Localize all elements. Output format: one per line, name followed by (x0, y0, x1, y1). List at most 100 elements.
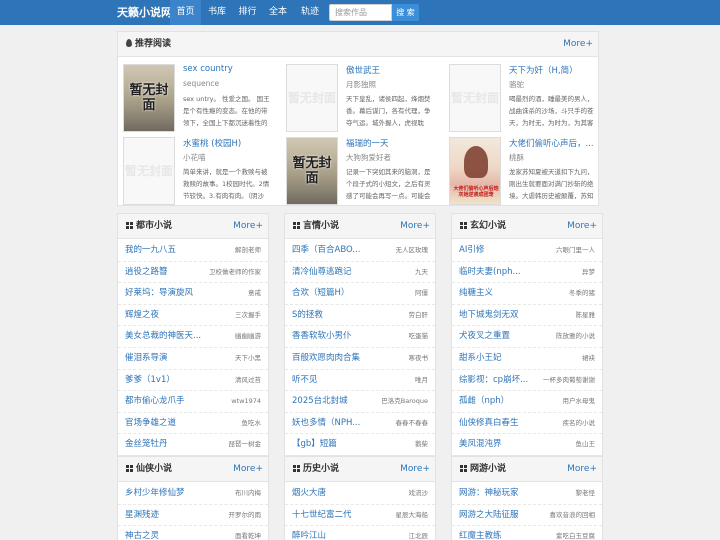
list-item[interactable]: 网游：神秘玩家 黎老怪 (452, 483, 602, 505)
book-cover[interactable]: 暂无封面 (449, 64, 501, 132)
book-title-link[interactable]: 孤雌（nph） (459, 391, 509, 412)
book-title-link[interactable]: AI引修 (459, 240, 484, 261)
list-item[interactable]: 美凤混沌界 鱼山王 (452, 434, 602, 456)
list-item[interactable]: 妖也多情（NPH... 春春不春春 (285, 413, 435, 435)
category-more-link[interactable]: More+ (233, 457, 263, 482)
list-item[interactable]: 红魔主教练 紫吃白玉豆腐 (452, 526, 602, 540)
site-logo[interactable]: 天籁小说网 (117, 0, 172, 25)
list-item[interactable]: S的拯救 劳白肝 (285, 305, 435, 327)
category-more-link[interactable]: More+ (567, 457, 597, 482)
list-item[interactable]: 听不见 唯月 (285, 370, 435, 392)
book-title-link[interactable]: S的拯救 (292, 305, 323, 326)
list-item[interactable]: 【gb】短篇 鹅柴 (285, 434, 435, 456)
book-cover[interactable]: 大佬们偷听心声后炮灰她逆袭成团宠 (449, 137, 501, 205)
list-item[interactable]: 金丝笼牡丹 琵琶一树金 (118, 434, 268, 456)
book-title-link[interactable]: 百般欢愿肉肉合集 (292, 348, 360, 369)
list-item[interactable]: 乡村少年修仙梦 布川内梅 (118, 483, 268, 505)
list-item[interactable]: 四季（百合ABO... 无人区玫瑰 (285, 240, 435, 262)
book-title-link[interactable]: 都市偷心龙爪手 (125, 391, 185, 412)
book-title-link[interactable]: 爹爹（1v1） (125, 370, 175, 391)
featured-book[interactable]: 暂无封面 傲世武王 月影独照 天下皇乱，诸侯四起，烽烟焚香。幕后谋门，各有代理，… (286, 64, 436, 132)
book-title-link[interactable]: 香香软软小男仆 (292, 326, 352, 347)
book-title-link[interactable]: 乡村少年修仙梦 (125, 483, 185, 504)
category-more-link[interactable]: More+ (400, 214, 430, 239)
list-item[interactable]: 爹爹（1v1） 清风过苔 (118, 370, 268, 392)
book-title-link[interactable]: 四季（百合ABO... (292, 240, 360, 261)
list-item[interactable]: 逍役之路簪 卫校做老师的作家 (118, 262, 268, 284)
nav-library[interactable]: 书库 (201, 0, 233, 25)
book-title-link[interactable]: 甜系小王妃 (459, 348, 502, 369)
book-title-link[interactable]: 官场争雄之道 (125, 413, 176, 434)
list-item[interactable]: 醉吟江山 江北辰 (285, 526, 435, 540)
book-title-link[interactable]: 清冷仙尊逃跑记 (292, 262, 352, 283)
list-item[interactable]: 犬夜叉之重置 陈放雅的小说 (452, 326, 602, 348)
list-item[interactable]: 孤雌（nph） 用户水母鬼 (452, 391, 602, 413)
book-title-link[interactable]: 烟火大唐 (292, 483, 326, 504)
list-item[interactable]: 催泪系导演 天下小黑 (118, 348, 268, 370)
list-item[interactable]: 美女总裁的神医天... 幽幽幽游 (118, 326, 268, 348)
book-title-link[interactable]: 综影视：cp崩坏... (459, 370, 528, 391)
list-item[interactable]: 星渊残迹 开罗尔的雨 (118, 505, 268, 527)
book-title[interactable]: 福瑞的一天 (346, 137, 436, 149)
book-title-link[interactable]: 纯糖主义 (459, 283, 493, 304)
nav-home[interactable]: 首页 (170, 0, 201, 25)
book-title[interactable]: 天下为奸（H,简） (509, 64, 599, 76)
list-item[interactable]: 好莱坞：导演旋风 意戒 (118, 283, 268, 305)
list-item[interactable]: 综影视：cp崩坏... 一杯多肉葡萄谢谢 (452, 370, 602, 392)
list-item[interactable]: 纯糖主义 冬季的猪 (452, 283, 602, 305)
book-title-link[interactable]: 合欢（短篇H） (292, 283, 349, 304)
list-item[interactable]: AI引修 六眼门里一人 (452, 240, 602, 262)
book-title[interactable]: 水蜜桃 (校园H) (183, 137, 273, 149)
book-title-link[interactable]: 妖也多情（NPH... (292, 413, 360, 434)
list-item[interactable]: 百般欢愿肉肉合集 寒夜书 (285, 348, 435, 370)
book-title-link[interactable]: 好莱坞：导演旋风 (125, 283, 193, 304)
category-more-link[interactable]: More+ (400, 457, 430, 482)
book-title-link[interactable]: 红魔主教练 (459, 526, 502, 540)
list-item[interactable]: 甜系小王妃 裙袂 (452, 348, 602, 370)
list-item[interactable]: 临时夫妻(nph... 异梦 (452, 262, 602, 284)
featured-book[interactable]: 大佬们偷听心声后炮灰她逆袭成团宠 大佬们偷听心声后，... 桃酥 龙家苏知夏被天… (449, 137, 599, 205)
featured-more-link[interactable]: More+ (563, 32, 593, 57)
book-title-link[interactable]: 十七世纪富二代 (292, 505, 352, 526)
list-item[interactable]: 仙侠修真白春生 疾名的小说 (452, 413, 602, 435)
book-title-link[interactable]: 地下城鬼剑无双 (459, 305, 519, 326)
book-title[interactable]: sex country (183, 64, 273, 74)
list-item[interactable]: 地下城鬼剑无双 陈星雅 (452, 305, 602, 327)
book-title-link[interactable]: 美女总裁的神医天... (125, 326, 201, 347)
featured-book[interactable]: 暂无封面 天下为奸（H,简） 骆驼 喝最烈的酒，睡最美的男人，战曲诛杀的沙场，斗… (449, 64, 599, 132)
list-item[interactable]: 辉煌之夜 三次握手 (118, 305, 268, 327)
search-input[interactable] (329, 4, 392, 21)
book-title-link[interactable]: 神古之灵 (125, 526, 159, 540)
featured-book[interactable]: 暂无封面 sex country sequence sex untry。 性爱之… (123, 64, 273, 132)
book-title-link[interactable]: 金丝笼牡丹 (125, 434, 168, 455)
book-title-link[interactable]: 临时夫妻(nph... (459, 262, 521, 283)
nav-ranking[interactable]: 排行 (233, 0, 262, 25)
category-more-link[interactable]: More+ (567, 214, 597, 239)
list-item[interactable]: 十七世纪富二代 星辰大海船 (285, 505, 435, 527)
book-cover[interactable]: 暂无封面 (286, 137, 338, 205)
featured-book[interactable]: 暂无封面 福瑞的一天 大狗狗爱好者 记录一下突如其来的脑洞，是个段子式的小短文，… (286, 137, 436, 205)
book-title-link[interactable]: 仙侠修真白春生 (459, 413, 519, 434)
book-title[interactable]: 大佬们偷听心声后，... (509, 137, 599, 149)
book-title-link[interactable]: 网游：神秘玩家 (459, 483, 519, 504)
book-title[interactable]: 傲世武王 (346, 64, 436, 76)
list-item[interactable]: 网游之大陆征服 喜欢音浪的回相 (452, 505, 602, 527)
book-cover[interactable]: 暂无封面 (123, 137, 175, 205)
featured-book[interactable]: 暂无封面 水蜜桃 (校园H) 小花喵 简单来讲，就是一个救赎与被救赎的故事。1校… (123, 137, 273, 205)
list-item[interactable]: 清冷仙尊逃跑记 九天 (285, 262, 435, 284)
nav-history[interactable]: 轨迹 (294, 0, 326, 25)
book-title-link[interactable]: 醉吟江山 (292, 526, 326, 540)
list-item[interactable]: 官场争雄之道 鱼吃水 (118, 413, 268, 435)
book-title-link[interactable]: 【gb】短篇 (292, 434, 337, 455)
search-button[interactable]: 搜 索 (392, 4, 419, 21)
list-item[interactable]: 都市偷心龙爪手 wtw1974 (118, 391, 268, 413)
book-title-link[interactable]: 逍役之路簪 (125, 262, 168, 283)
list-item[interactable]: 烟火大唐 戏流沙 (285, 483, 435, 505)
book-title-link[interactable]: 我的一九八五 (125, 240, 176, 261)
book-title-link[interactable]: 犬夜叉之重置 (459, 326, 510, 347)
book-title-link[interactable]: 星渊残迹 (125, 505, 159, 526)
book-title-link[interactable]: 2025台北封城 (292, 391, 348, 412)
list-item[interactable]: 香香软软小男仆 吃蛋猫 (285, 326, 435, 348)
book-title-link[interactable]: 催泪系导演 (125, 348, 168, 369)
book-title-link[interactable]: 听不见 (292, 370, 318, 391)
